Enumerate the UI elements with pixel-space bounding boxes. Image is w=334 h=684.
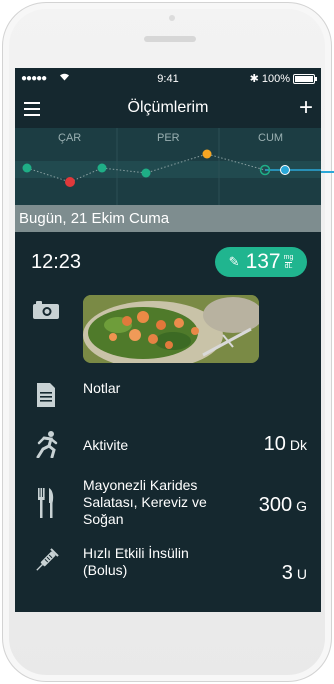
reading-point <box>141 168 151 178</box>
glucose-trend-graph[interactable]: ÇAR PER CUM <box>15 128 321 205</box>
meal-label[interactable]: Mayonezli Karides Salatası, Kereviz ve S… <box>83 477 207 528</box>
meal-amount: 300 G <box>259 494 307 517</box>
fork-knife-icon <box>37 487 55 524</box>
meal-label-line3: Soğan <box>83 511 124 527</box>
selection-line-extension <box>321 171 334 173</box>
glucose-badge[interactable]: ✎ 137 mg dL <box>215 247 307 277</box>
reading-point <box>22 163 32 173</box>
glucose-unit-bottom: dL <box>284 261 293 270</box>
earpiece-speaker <box>144 36 196 42</box>
glucose-value: 137 <box>245 250 281 273</box>
notes-icon[interactable] <box>36 382 56 413</box>
reading-point <box>97 163 107 173</box>
selection-handle <box>280 165 290 175</box>
syringe-icon <box>33 548 59 579</box>
blood-drop-icon: ✎ <box>228 254 240 269</box>
glucose-unit-top: mg <box>283 253 294 261</box>
add-icon[interactable]: + <box>299 96 313 120</box>
day-label-fri: CUM <box>258 132 284 144</box>
activity-amount: 10 Dk <box>264 433 307 456</box>
status-bar: ●●●●● 9:41 ✱ 100% <box>15 68 321 90</box>
insulin-unit: U <box>296 566 307 582</box>
meal-label-line1: Mayonezli Karides <box>83 477 198 493</box>
page-title: Ölçümlerim <box>127 99 209 116</box>
meal-photo[interactable] <box>83 295 259 363</box>
reading-point-low <box>65 177 75 187</box>
entry-time: 12:23 <box>31 251 82 273</box>
reading-point-high <box>202 149 212 159</box>
activity-label[interactable]: Aktivite <box>83 437 128 454</box>
day-label-thu: PER <box>157 132 180 144</box>
app-screen: ●●●●● 9:41 ✱ 100% Ölçümlerim + ÇAR PER C… <box>15 68 321 612</box>
meal-label-line2: Salatası, Kereviz ve <box>83 494 207 510</box>
activity-value: 10 <box>263 433 286 455</box>
front-camera <box>169 15 175 21</box>
day-header-label: Bugün, 21 Ekim Cuma <box>19 210 170 227</box>
insulin-label-line2: (Bolus) <box>83 562 128 578</box>
day-header: Bugün, 21 Ekim Cuma <box>15 205 321 232</box>
battery-icon <box>293 73 317 84</box>
insulin-amount: 3U <box>282 562 307 585</box>
activity-unit: Dk <box>289 437 307 453</box>
camera-icon[interactable] <box>32 300 60 325</box>
insulin-value: 3 <box>281 562 293 584</box>
glucose-unit: mg dL <box>284 254 294 271</box>
nav-bar: Ölçümlerim + <box>15 90 321 128</box>
meal-value: 300 <box>258 494 293 516</box>
battery-indicator: ✱ 100% <box>249 72 317 85</box>
running-icon <box>34 430 60 463</box>
insulin-label[interactable]: Hızlı Etkili İnsülin (Bolus) <box>83 545 189 579</box>
insulin-label-line1: Hızlı Etkili İnsülin <box>83 545 189 561</box>
day-label-wed: ÇAR <box>58 132 82 144</box>
notes-label[interactable]: Notlar <box>83 380 120 397</box>
battery-label: ✱ 100% <box>249 73 290 85</box>
meal-unit: G <box>296 498 307 514</box>
